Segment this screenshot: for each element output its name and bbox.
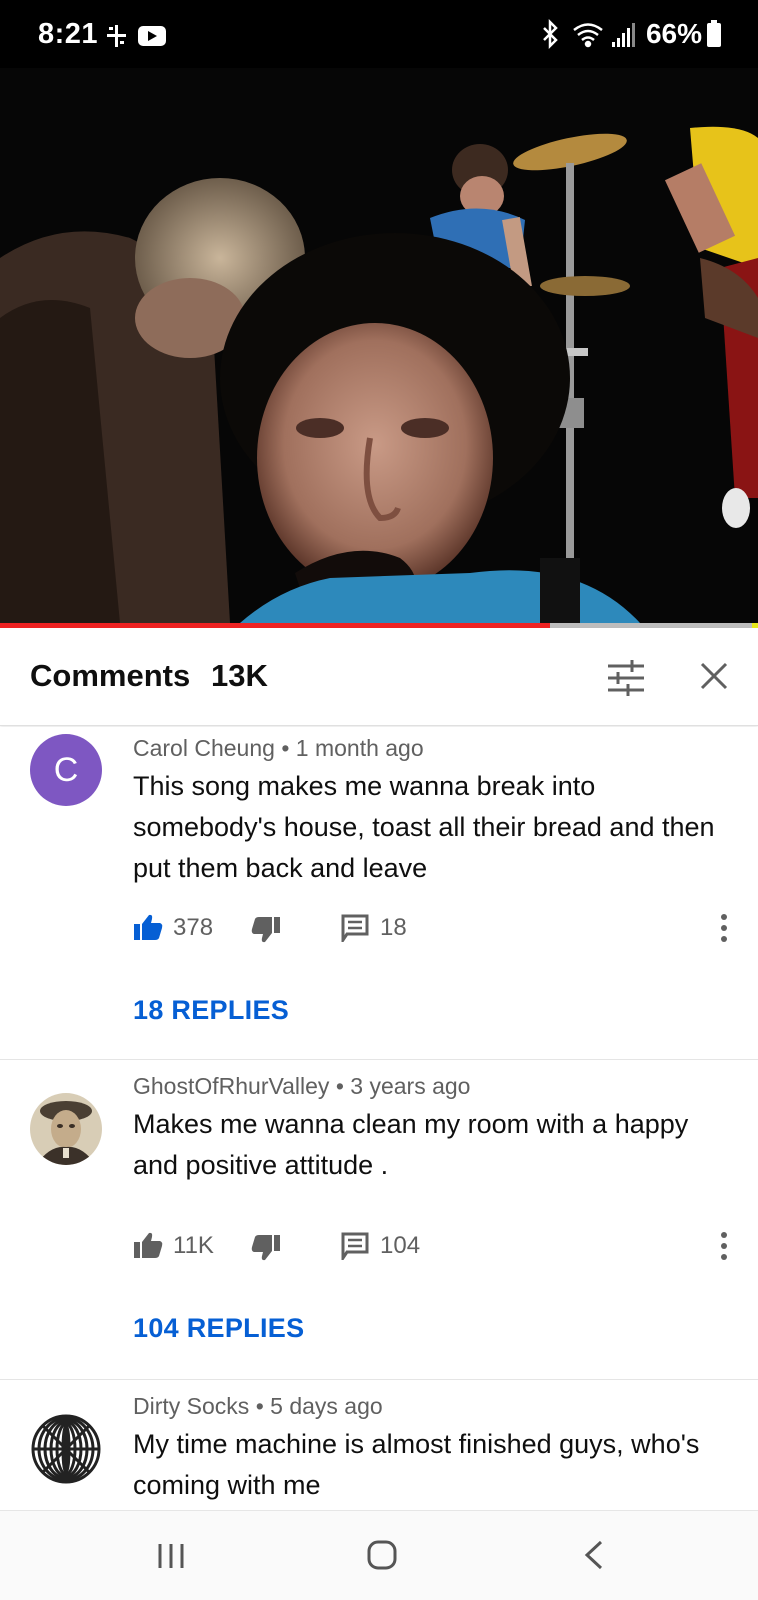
comment-author[interactable]: Carol Cheung [133,735,275,761]
status-right-icons [543,18,635,50]
meta-separator: • [335,1073,351,1099]
like-count: 378 [173,914,214,941]
comment-meta: Carol Cheung • 1 month ago [133,735,424,762]
close-icon[interactable] [696,658,732,694]
avatar[interactable] [30,1093,102,1165]
optical-illusion-image [30,1413,102,1485]
reply-icon[interactable] [341,914,369,942]
comment-time: 5 days ago [270,1393,383,1419]
reply-count: 104 [380,1232,421,1259]
comments-title: Comments [30,658,191,693]
battery-label: 66% [645,18,702,49]
wifi-icon [573,23,603,48]
vintage-portrait-image [30,1093,102,1165]
youtube-icon [138,26,166,46]
video-frame [0,68,758,623]
comment-meta: Dirty Socks • 5 days ago [133,1393,383,1420]
view-replies-button[interactable]: 18 REPLIES [133,995,289,1026]
dislike-icon[interactable] [251,1234,281,1264]
comment-text: This song makes me wanna break into some… [133,771,715,883]
status-left-icons [107,25,166,47]
comments-count: 13K [211,658,268,693]
comment-time: 1 month ago [295,735,424,761]
bluetooth-icon [543,18,558,50]
meta-separator: • [281,735,296,761]
comment-meta: GhostOfRhurValley • 3 years ago [133,1073,470,1100]
like-icon[interactable] [133,912,163,942]
battery-icon [707,20,721,47]
comment-text: Makes me wanna clean my room with a happ… [133,1109,689,1180]
comment-item: GhostOfRhurValley • 3 years ago Makes me… [0,1061,758,1380]
comment-time: 3 years ago [350,1073,471,1099]
view-replies-button[interactable]: 104 REPLIES [133,1313,304,1344]
meta-separator: • [255,1393,271,1419]
signal-icon [612,23,635,47]
home-icon[interactable] [366,1539,398,1571]
more-options-icon[interactable] [717,912,731,944]
comment-item: C Carol Cheung • 1 month ago This song m… [0,727,758,1060]
dislike-icon[interactable] [251,916,281,946]
comments-header: Comments 13K [0,628,758,726]
reply-icon[interactable] [341,1232,369,1260]
comment-text: My time machine is almost finished guys,… [133,1429,700,1500]
battery-percentage: 66% [646,18,702,50]
avatar[interactable] [30,1413,102,1485]
filter-sliders-icon[interactable] [606,658,646,698]
comment-item: Dirty Socks • 5 days ago My time machine… [0,1381,758,1511]
comment-author[interactable]: Dirty Socks [133,1393,249,1419]
comment-author[interactable]: GhostOfRhurValley [133,1073,329,1099]
comment-actions: 11K 104 [133,1230,733,1266]
system-nav-bar [0,1510,758,1600]
like-icon[interactable] [133,1230,163,1260]
back-icon[interactable] [582,1539,606,1571]
video-player[interactable] [0,68,758,623]
like-count: 11K [173,1232,214,1259]
avatar[interactable]: C [30,734,102,806]
recents-icon[interactable] [155,1541,187,1571]
more-options-icon[interactable] [717,1230,731,1262]
status-bar: 8:21 66% [0,0,758,68]
fan-icon [107,25,126,47]
reply-count: 18 [380,914,407,941]
status-time: 8:21 [38,18,99,50]
comment-actions: 378 18 [133,912,733,948]
